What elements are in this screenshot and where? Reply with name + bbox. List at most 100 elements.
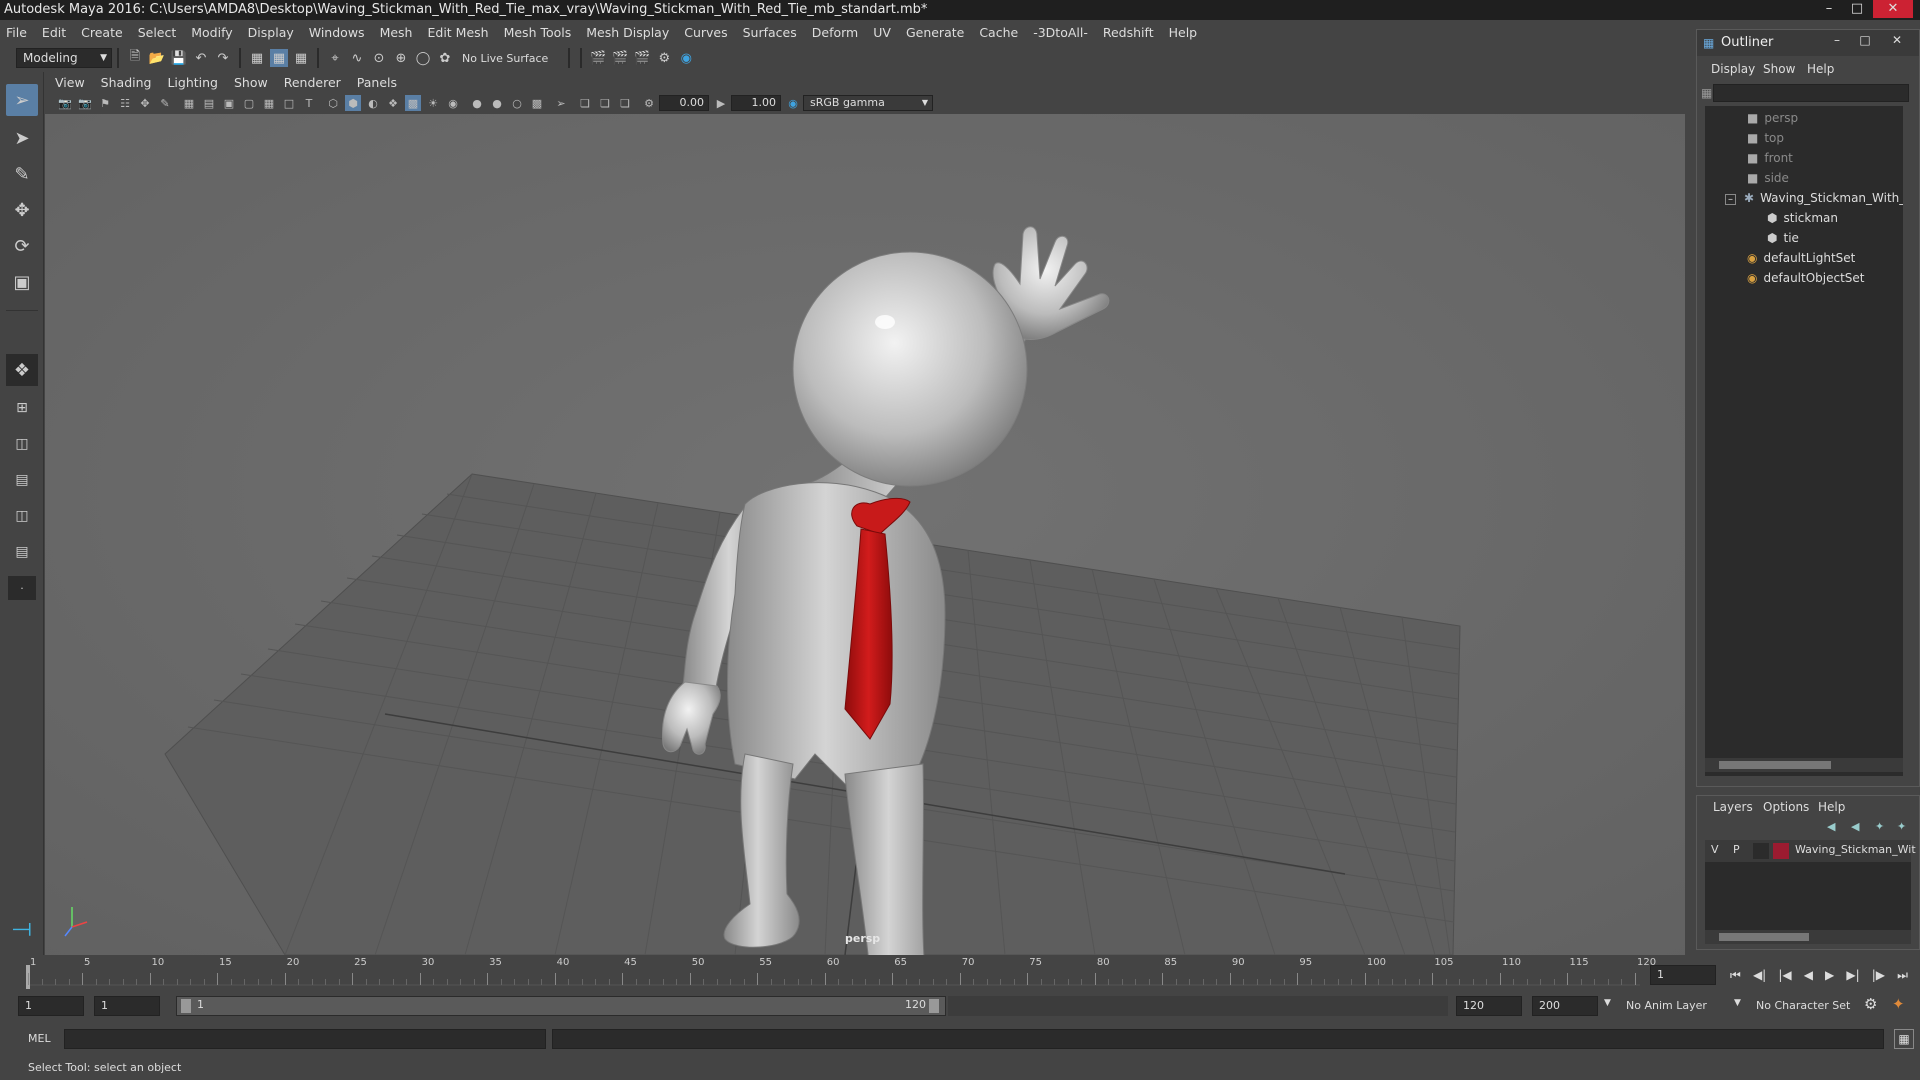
menu-deform[interactable]: Deform: [812, 25, 858, 40]
chevron-down-icon[interactable]: ▼: [1604, 998, 1611, 1008]
time-slider[interactable]: 1 5 10 15 20 25 30 35 40 45 50 55 60 65 70 75 80 85 90 95 10…: [0, 955, 1920, 993]
paint-select-tool-icon[interactable]: ✎: [6, 158, 38, 190]
undo-icon[interactable]: ↶: [192, 49, 210, 67]
safe-action-icon[interactable]: □: [281, 95, 297, 111]
outliner-persp-layout-icon[interactable]: ▤: [6, 536, 38, 568]
mode-dropdown[interactable]: Modeling ▼: [16, 48, 112, 68]
menu-surfaces[interactable]: Surfaces: [743, 25, 797, 40]
film-gate-icon[interactable]: ▤: [201, 95, 217, 111]
outliner-maximize-button[interactable]: □: [1855, 33, 1875, 47]
play-forwards-icon[interactable]: ▶: [1825, 968, 1834, 982]
layer-type-box[interactable]: [1753, 843, 1769, 859]
character-set-dropdown[interactable]: No Character Set: [1750, 996, 1862, 1016]
grease-pencil-icon[interactable]: ✎: [157, 95, 173, 111]
snap-view-plane-icon[interactable]: ◯: [414, 49, 432, 67]
filter-icon[interactable]: ▦: [1701, 86, 1712, 100]
panel-menu-shading[interactable]: Shading: [101, 75, 152, 90]
menu-cache[interactable]: Cache: [979, 25, 1018, 40]
xray-icon[interactable]: ❏: [577, 95, 593, 111]
menu-curves[interactable]: Curves: [684, 25, 727, 40]
menu-help[interactable]: Help: [1169, 25, 1198, 40]
outliner-item-top[interactable]: ■ top: [1747, 128, 1784, 148]
all-lights-icon[interactable]: ☀: [425, 95, 441, 111]
camera-select-icon[interactable]: 📷: [57, 95, 73, 111]
outliner-menu-help[interactable]: Help: [1807, 62, 1834, 76]
persp-graph-layout-icon[interactable]: ▤: [6, 464, 38, 496]
layer-visibility-toggle[interactable]: V: [1711, 843, 1719, 856]
shadows-icon[interactable]: ◉: [445, 95, 461, 111]
layer-horizontal-scrollbar[interactable]: [1705, 930, 1911, 944]
script-editor-icon[interactable]: ▦: [1894, 1029, 1914, 1049]
ipr-render-icon[interactable]: 🎬: [633, 49, 651, 67]
two-d-pan-icon[interactable]: ✥: [137, 95, 153, 111]
command-language-label[interactable]: MEL: [28, 1032, 51, 1045]
single-perspective-layout-icon[interactable]: ❖: [6, 354, 38, 386]
range-start-handle[interactable]: [181, 999, 191, 1013]
persp-outliner-layout-icon[interactable]: ◫: [6, 428, 38, 460]
chevron-down-icon[interactable]: ▼: [1734, 998, 1741, 1008]
viewport-persp[interactable]: persp: [45, 114, 1685, 955]
move-layer-down-icon[interactable]: ◀: [1851, 820, 1859, 833]
outliner-minimize-button[interactable]: –: [1827, 33, 1847, 47]
outliner-close-button[interactable]: ✕: [1887, 33, 1907, 47]
outliner-item-group[interactable]: – ✱ Waving_Stickman_With_R: [1725, 188, 1903, 208]
close-button[interactable]: ✕: [1873, 0, 1913, 18]
outliner-item-default-light-set[interactable]: ◉ defaultLightSet: [1747, 248, 1855, 268]
render-settings-icon[interactable]: ⚙: [655, 49, 673, 67]
outliner-item-default-object-set[interactable]: ◉ defaultObjectSet: [1747, 268, 1865, 288]
panel-menu-panels[interactable]: Panels: [357, 75, 397, 90]
playback-start-field[interactable]: 1: [94, 996, 160, 1016]
current-frame-field[interactable]: 1: [1650, 965, 1716, 985]
redo-icon[interactable]: ↷: [214, 49, 232, 67]
move-layer-up-icon[interactable]: ◀: [1827, 820, 1835, 833]
wireframe-on-shaded-icon[interactable]: ◐: [365, 95, 381, 111]
more-layouts-icon[interactable]: ·: [8, 576, 36, 600]
panel-menu-lighting[interactable]: Lighting: [167, 75, 218, 90]
playback-end-field[interactable]: 120: [1456, 996, 1522, 1016]
new-layer-icon[interactable]: ✦: [1875, 820, 1884, 833]
open-scene-icon[interactable]: 📂: [148, 49, 166, 67]
camera-attributes-icon[interactable]: 📷: [77, 95, 93, 111]
go-to-end-icon[interactable]: ⏭: [1897, 968, 1908, 983]
menu-mesh[interactable]: Mesh: [380, 25, 413, 40]
save-scene-icon[interactable]: 💾: [170, 49, 188, 67]
exposure-field[interactable]: 0.00: [659, 95, 709, 111]
layer-row[interactable]: V P Waving_Stickman_Wit: [1705, 840, 1916, 862]
isolate-select-icon[interactable]: ➢: [553, 95, 569, 111]
menu-3dtoall[interactable]: -3DtoAll-: [1033, 25, 1088, 40]
menu-mesh-tools[interactable]: Mesh Tools: [504, 25, 572, 40]
exposure-icon[interactable]: ⚙: [641, 95, 657, 111]
lasso-tool-icon[interactable]: ➤: [6, 122, 38, 154]
step-forward-frame-icon[interactable]: ▶|: [1846, 968, 1859, 982]
outliner-menu-display[interactable]: Display: [1711, 62, 1755, 76]
menu-windows[interactable]: Windows: [309, 25, 365, 40]
snap-projected-icon[interactable]: ⊕: [392, 49, 410, 67]
outliner-item-tie[interactable]: ⬢ tie: [1767, 228, 1799, 248]
outliner-item-side[interactable]: ■ side: [1747, 168, 1789, 188]
view-transform-dropdown[interactable]: sRGB gamma ▼: [803, 95, 933, 111]
outliner-search-field[interactable]: [1713, 84, 1909, 102]
xray-joints-icon[interactable]: ❏: [597, 95, 613, 111]
layers-menu-help[interactable]: Help: [1818, 800, 1845, 814]
menu-select[interactable]: Select: [138, 25, 177, 40]
smooth-shade-icon[interactable]: ⬢: [345, 95, 361, 111]
screen-space-ao-icon[interactable]: ●: [469, 95, 485, 111]
make-live-icon[interactable]: ✿: [436, 49, 454, 67]
bookmark-icon[interactable]: ⚑: [97, 95, 113, 111]
menu-edit[interactable]: Edit: [42, 25, 66, 40]
rotate-tool-icon[interactable]: ⟳: [6, 230, 38, 262]
field-chart-icon[interactable]: ▦: [261, 95, 277, 111]
layers-menu-layers[interactable]: Layers: [1713, 800, 1753, 814]
step-forward-key-icon[interactable]: |▶: [1872, 968, 1885, 982]
collapse-icon[interactable]: –: [1725, 194, 1736, 205]
outliner-item-front[interactable]: ■ front: [1747, 148, 1793, 168]
panel-menu-renderer[interactable]: Renderer: [284, 75, 341, 90]
menu-redshift[interactable]: Redshift: [1103, 25, 1154, 40]
menu-uv[interactable]: UV: [873, 25, 891, 40]
use-default-material-icon[interactable]: ❖: [385, 95, 401, 111]
scale-tool-icon[interactable]: ▣: [6, 266, 38, 298]
menu-create[interactable]: Create: [81, 25, 123, 40]
move-tool-icon[interactable]: ✥: [6, 194, 38, 226]
motion-blur-icon[interactable]: ●: [489, 95, 505, 111]
menu-generate[interactable]: Generate: [906, 25, 964, 40]
